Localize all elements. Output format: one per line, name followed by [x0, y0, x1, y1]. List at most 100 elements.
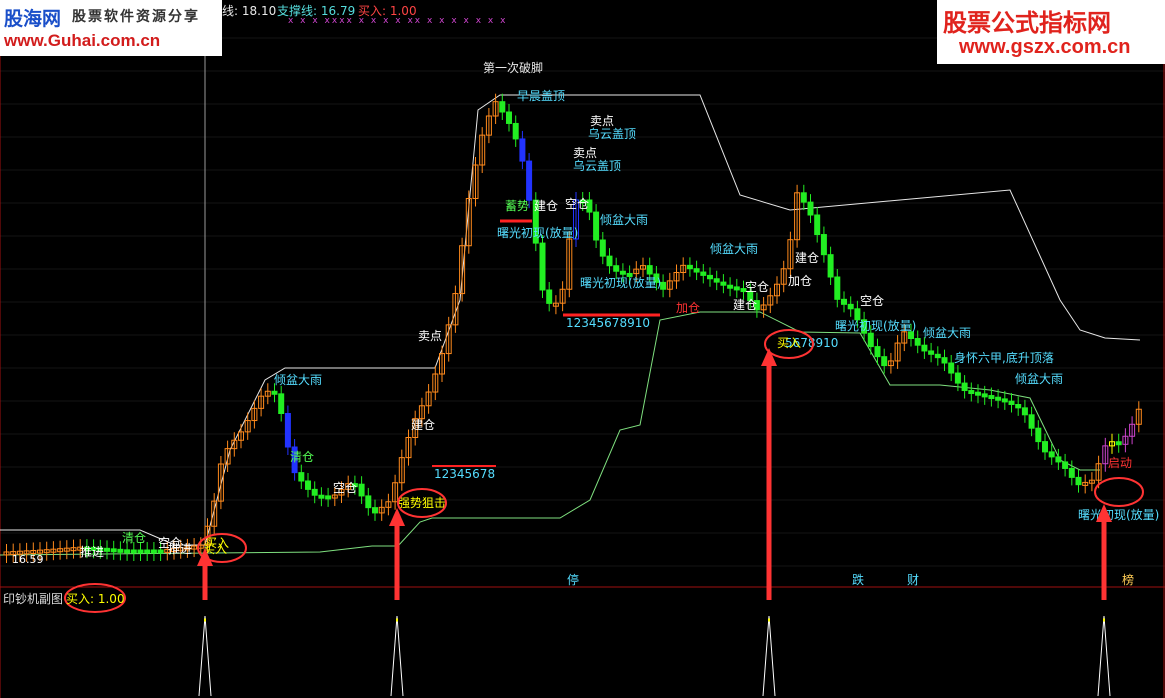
candle-body [800, 192, 807, 203]
candle-body [284, 413, 291, 448]
candle-body [941, 357, 948, 364]
candle-body [104, 547, 110, 552]
bottom-tag: 跌 [852, 572, 864, 587]
annotation-label: 启动 [1108, 456, 1132, 470]
annotation-label: 加仓 [676, 301, 700, 315]
candle-body [1062, 461, 1069, 469]
candle-body [1042, 441, 1048, 453]
buy-signal-spike [762, 615, 776, 697]
candle-body [358, 483, 365, 497]
candle-body [325, 495, 332, 500]
watermark-gszx-url: www.gszx.com.cn [959, 36, 1131, 58]
stock-chart: x x x xxxx x x x x xx x x x x x x x 第一次破… [0, 16, 1165, 698]
candle-body [646, 265, 653, 275]
candle-body [968, 390, 975, 395]
candle-body [546, 289, 553, 304]
candle-body [619, 270, 626, 275]
annotation-label: 乌云盖顶 [573, 158, 621, 173]
candle-body [606, 255, 613, 267]
candle-body [526, 160, 533, 201]
candle-body [1055, 456, 1062, 463]
candle-body [733, 286, 740, 291]
candle-body [820, 234, 827, 256]
candle-body [499, 101, 506, 113]
candle-body [841, 298, 847, 305]
annotation-label: 倾盆大雨 [600, 213, 648, 227]
watermark-guhai: 股海网 股票软件资源分享 www.Guhai.com.cn [0, 0, 222, 56]
candle-body [727, 284, 734, 289]
watermark-guhai-slogan: 股票软件资源分享 [72, 9, 200, 25]
buy-highlight-ellipse [1094, 477, 1144, 507]
annotation-label: 建仓 [411, 418, 435, 432]
annotation-label: 卖点 [590, 114, 614, 128]
watermark-guhai-url: www.Guhai.com.cn [4, 31, 161, 50]
candle-body [599, 239, 606, 257]
buy-signal-spike [198, 615, 212, 697]
candle-body [130, 549, 137, 554]
candle-body [124, 549, 131, 554]
bottom-tag: 财 [907, 573, 919, 587]
annotation-label: 曙光初现(放量) [580, 275, 661, 290]
candle-body [921, 344, 928, 352]
candle-body [539, 242, 546, 291]
annotation-label: 曙光初现(放量) [497, 225, 578, 240]
annotation-label: 加仓 [788, 274, 812, 288]
candle-body [988, 395, 995, 400]
buy-arrows [64, 329, 1144, 613]
subchart-title: 印钞机副图 [3, 592, 64, 606]
candle-body [713, 278, 720, 283]
candle-body [117, 548, 124, 553]
watermark-guhai-brand: 股海网 [4, 8, 62, 30]
candle-body [807, 201, 814, 216]
annotation-label: 建仓 [733, 298, 757, 312]
annotation-label: 推进 [80, 545, 104, 559]
annotation-label: 早晨盖顶 [517, 89, 565, 103]
annotation-label: 卖点 [418, 329, 442, 343]
support-value: 支撑线: 16.79 [277, 4, 356, 18]
candle-body [867, 332, 874, 348]
candle-body [519, 138, 526, 162]
candle-body [372, 507, 378, 514]
candle-body [847, 303, 854, 310]
candle-body [874, 346, 881, 358]
candle-body [981, 393, 988, 398]
candle-body [914, 338, 921, 346]
annotation-label: 第一次破脚 [483, 60, 543, 75]
pattern-annotations: 第一次破脚早晨盖顶卖点乌云盖顶卖点乌云盖顶倾盆大雨倾盆大雨倾盆大雨倾盆大雨倾盆大… [12, 60, 1159, 587]
annotation-label: 乌云盖顶 [588, 126, 636, 141]
candle-body [512, 122, 519, 140]
candle-body [157, 549, 164, 554]
candle-body [1028, 414, 1035, 429]
sub-panel [198, 615, 1111, 697]
annotation-label: 建仓 [534, 199, 558, 213]
candle-body [506, 111, 512, 124]
annotation-label: 空仓 [745, 280, 769, 294]
bottom-tag: 榜 [1122, 572, 1134, 587]
annotation-label: 蓄势 [505, 199, 529, 213]
candle-body [814, 214, 821, 236]
candle-body [305, 480, 311, 490]
candle-body [975, 391, 981, 396]
candle-body [948, 362, 955, 374]
candle-body [995, 396, 1002, 401]
annotation-label: 倾盆大雨 [923, 326, 971, 340]
candle-body [954, 372, 961, 384]
candle-body [881, 356, 888, 367]
candle-body [144, 549, 151, 554]
annotation-label: 倾盆大雨 [274, 373, 322, 387]
candle-body [1068, 467, 1075, 478]
annotation-label: 卖点 [573, 146, 597, 160]
annotation-label: 空仓 [565, 197, 589, 211]
candle-body [834, 276, 841, 300]
annotation-label: 清仓 [290, 450, 314, 464]
watermark-gszx: 股票公式指标网 www.gszx.com.cn [937, 0, 1165, 64]
annotation-label: 曙光初现(放量) [835, 318, 916, 333]
candle-body [827, 254, 834, 278]
annotation-label: 12345678910 [566, 316, 650, 330]
annotation-label: 12345678 [434, 467, 495, 481]
annotation-label: 倾盆大雨 [710, 242, 758, 256]
watermark-gszx-brand: 股票公式指标网 [943, 9, 1111, 37]
candle-body [693, 268, 700, 273]
candle-body [686, 264, 693, 270]
bottom-tag: 停 [567, 572, 579, 587]
